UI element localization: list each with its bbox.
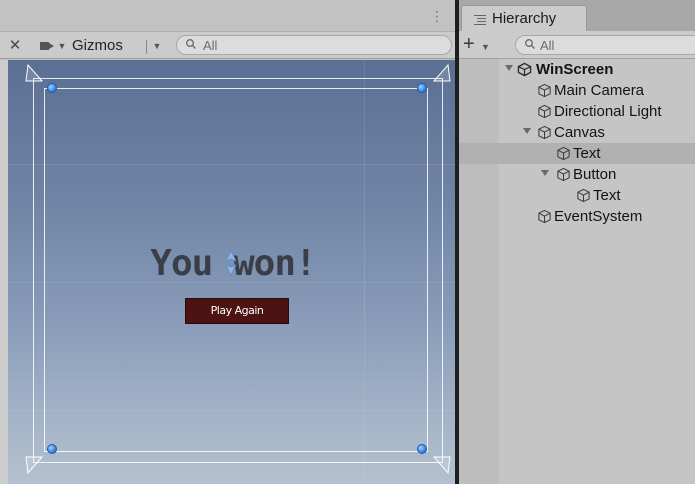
play-again-button[interactable]: Play Again xyxy=(185,298,289,324)
tree-item-label: Canvas xyxy=(554,124,605,141)
chevron-down-icon: ▼ xyxy=(481,42,490,52)
scene-search-input[interactable] xyxy=(203,37,443,53)
hierarchy-list-icon xyxy=(474,15,488,25)
gizmos-button[interactable]: Gizmos xyxy=(72,36,144,56)
tools-icon[interactable]: ✕ xyxy=(6,36,24,56)
toolbar-divider xyxy=(146,40,147,54)
anchor-top-left-icon[interactable] xyxy=(24,63,44,83)
tree-item-text[interactable]: Text xyxy=(459,143,695,164)
expand-arrow-icon[interactable] xyxy=(505,65,513,71)
scene-panel: ⋮ ✕ ▼ Gizmos ▼ All You won! Play Again xyxy=(0,0,455,484)
rect-handle-top-right[interactable] xyxy=(417,83,427,93)
hierarchy-panel: Hierarchy + ▼ WinScreen xyxy=(459,0,695,484)
hierarchy-search-field[interactable] xyxy=(515,35,695,55)
anchor-bottom-right-icon[interactable] xyxy=(432,455,452,475)
tree-item-label: Text xyxy=(593,187,621,204)
gameobject-cube-icon xyxy=(557,146,570,161)
anchor-bottom-left-icon[interactable] xyxy=(24,455,44,475)
gameobject-cube-icon xyxy=(538,209,551,224)
gameobject-cube-icon xyxy=(538,83,551,98)
scene-tab-strip: ⋮ xyxy=(0,0,455,31)
create-button[interactable]: + ▼ xyxy=(463,33,497,55)
search-icon xyxy=(524,37,538,54)
tree-item-winscreen[interactable]: WinScreen xyxy=(459,59,695,80)
unity-scene-icon xyxy=(517,62,532,77)
rect-handle-top-left[interactable] xyxy=(47,83,57,93)
expand-arrow-icon[interactable] xyxy=(541,170,549,176)
tree-item-label: Directional Light xyxy=(554,103,662,120)
anchor-top-right-icon[interactable] xyxy=(432,63,452,83)
gizmos-dropdown-icon[interactable]: ▼ xyxy=(150,36,164,56)
camera-dropdown-icon[interactable]: ▼ xyxy=(56,36,68,56)
scene-search-field[interactable] xyxy=(176,35,452,55)
tree-item-canvas[interactable]: Canvas xyxy=(459,122,695,143)
tree-item-label: Text xyxy=(573,145,601,162)
hierarchy-tree: WinScreen Main Camera Directional Light xyxy=(459,59,695,484)
gameobject-cube-icon xyxy=(538,125,551,140)
rect-handle-bottom-right[interactable] xyxy=(417,444,427,454)
tree-item-button-text[interactable]: Text xyxy=(459,185,695,206)
hierarchy-tab-bar: Hierarchy xyxy=(459,0,695,31)
rect-handle-bottom-left[interactable] xyxy=(47,444,57,454)
tree-item-button[interactable]: Button xyxy=(459,164,695,185)
tab-hierarchy[interactable]: Hierarchy xyxy=(461,5,587,31)
gameobject-cube-icon xyxy=(538,104,551,119)
search-icon xyxy=(185,37,199,54)
plus-icon: + xyxy=(463,33,475,55)
hierarchy-tab-label: Hierarchy xyxy=(492,10,557,27)
tree-item-label: Main Camera xyxy=(554,82,645,99)
gameobject-cube-icon xyxy=(557,167,570,182)
tree-item-label: EventSystem xyxy=(554,208,643,225)
pivot-anchor-icon[interactable] xyxy=(224,250,238,276)
more-options-icon[interactable]: ⋮ xyxy=(430,8,444,24)
tree-item-label: Button xyxy=(573,166,617,183)
gameobject-cube-icon xyxy=(577,188,590,203)
expand-arrow-icon[interactable] xyxy=(523,128,531,134)
tree-item-main-camera[interactable]: Main Camera xyxy=(459,80,695,101)
scene-viewport[interactable]: You won! Play Again xyxy=(8,60,455,484)
hierarchy-search-input[interactable] xyxy=(540,37,690,53)
scene-left-edge xyxy=(0,60,8,484)
tree-item-directional-light[interactable]: Directional Light xyxy=(459,101,695,122)
tree-item-eventsystem[interactable]: EventSystem xyxy=(459,206,695,227)
camera-icon[interactable] xyxy=(40,36,54,56)
tree-item-label: WinScreen xyxy=(536,61,614,78)
